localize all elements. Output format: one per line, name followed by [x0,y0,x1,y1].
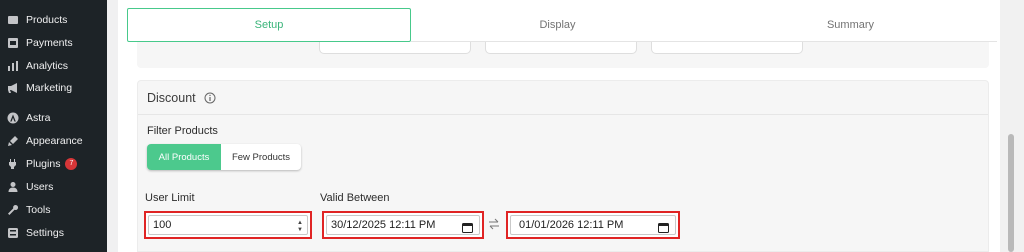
settings-icon [6,226,20,240]
page-scrollbar[interactable] [1000,0,1024,252]
sidebar-item-payments[interactable]: Payments [0,32,107,54]
option-card[interactable] [651,42,803,54]
analytics-icon [6,59,20,73]
stepper-up-icon[interactable]: ▲ [297,220,303,227]
number-stepper[interactable]: ▲ ▼ [297,220,303,234]
user-limit-input[interactable]: 100 ▲ ▼ [148,215,308,235]
user-limit-highlight: 100 ▲ ▼ [144,211,312,239]
tab-setup[interactable]: Setup [127,8,411,42]
all-products-option[interactable]: All Products [147,144,221,170]
tab-summary[interactable]: Summary [704,8,997,42]
sidebar-item-label: Settings [26,227,64,239]
sidebar-item-marketing[interactable]: Marketing [0,77,107,99]
option-card[interactable] [319,42,471,54]
scrollbar-thumb[interactable] [1008,134,1014,252]
previous-section [137,42,989,68]
sidebar-item-tools[interactable]: Tools [0,199,107,221]
plugins-update-badge: 7 [65,158,78,170]
sidebar-item-label: Plugins [26,158,61,170]
section-title: Discount [147,91,196,105]
sidebar-item-appearance[interactable]: Appearance [0,130,107,152]
calendar-icon[interactable] [658,222,669,233]
sidebar-item-users[interactable]: Users [0,176,107,198]
tab-display[interactable]: Display [411,8,704,42]
sidebar-item-label: Users [26,181,54,193]
filter-products-toggle: All Products Few Products [147,144,301,170]
payments-icon [6,36,20,50]
sidebar-item-label: Products [26,14,68,26]
tools-icon [6,203,20,217]
calendar-icon[interactable] [462,222,473,233]
sidebar-item-plugins[interactable]: Plugins 7 [0,153,107,175]
option-card[interactable] [485,42,637,54]
sidebar-item-label: Astra [26,112,51,124]
sidebar-item-label: Tools [26,204,51,216]
discount-header: Discount [138,81,988,115]
sidebar-item-label: Marketing [26,82,73,94]
editor-tabs: Setup Display Summary [127,8,997,42]
marketing-icon [6,81,20,95]
sidebar-item-settings[interactable]: Settings [0,222,107,244]
user-limit-value: 100 [153,219,172,231]
valid-from-value: 30/12/2025 12:11 PM [331,219,436,231]
sidebar-item-analytics[interactable]: Analytics [0,55,107,77]
valid-from-input[interactable]: 30/12/2025 12:11 PM [326,215,480,235]
valid-to-value: 01/01/2026 12:11 PM [519,219,624,231]
valid-to-highlight: 01/01/2026 12:11 PM [506,211,680,239]
sidebar-item-label: Appearance [26,135,83,147]
valid-from-highlight: 30/12/2025 12:11 PM [322,211,484,239]
few-products-option[interactable]: Few Products [221,144,301,170]
appearance-icon [6,134,20,148]
admin-sidebar: Products Payments Analytics Marketing As… [0,0,107,252]
sidebar-item-label: Payments [26,37,73,49]
valid-between-label: Valid Between [320,192,390,204]
filter-products-label: Filter Products [147,125,218,137]
campaign-editor-panel: Setup Display Summary Discount Filter Pr… [118,0,1002,252]
stepper-down-icon[interactable]: ▼ [297,227,303,234]
swap-icon [489,218,499,230]
sidebar-item-astra[interactable]: Astra [0,107,107,129]
users-icon [6,180,20,194]
user-limit-label: User Limit [145,192,195,204]
plugins-icon [6,157,20,171]
products-icon [6,13,20,27]
sidebar-item-products[interactable]: Products [0,9,107,31]
sidebar-item-label: Analytics [26,60,69,72]
astra-icon [6,111,20,125]
valid-to-input[interactable]: 01/01/2026 12:11 PM [510,215,676,235]
info-icon[interactable] [204,92,216,104]
